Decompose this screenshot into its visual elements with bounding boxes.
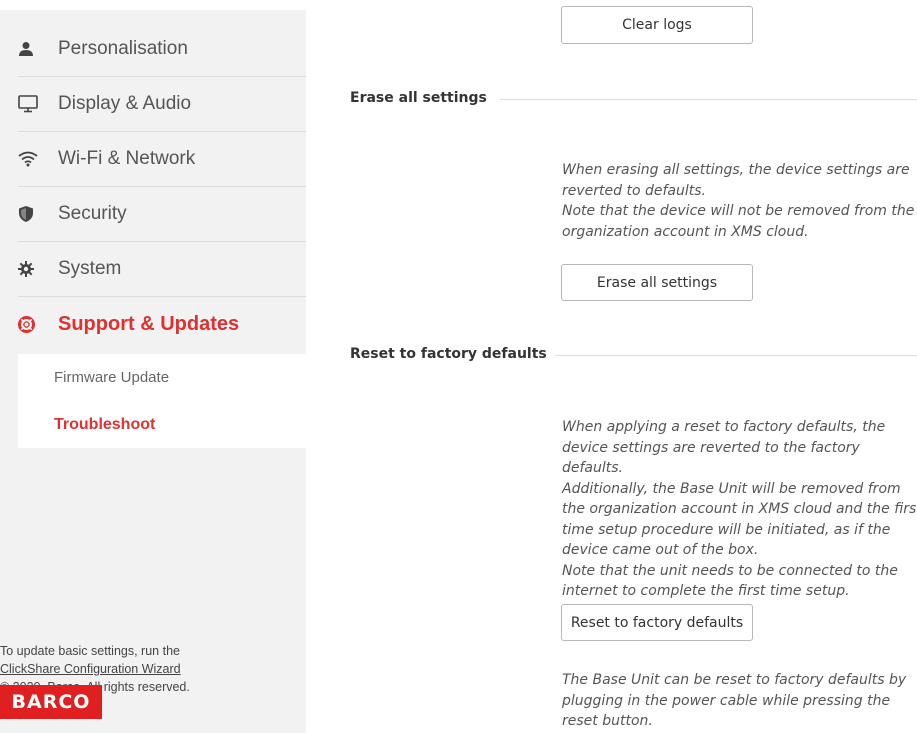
sidebar-item-label: System [58, 258, 122, 279]
reset-factory-defaults-button[interactable]: Reset to factory defaults [561, 604, 753, 641]
sidebar: Personalisation Display & Audio Wi-Fi & … [0, 10, 306, 733]
logo-text: BARCO [11, 691, 91, 713]
sidebar-item-security[interactable]: Security [18, 187, 306, 242]
sidebar-item-system[interactable]: System [18, 242, 306, 297]
reset-description: When applying a reset to factory default… [562, 419, 917, 599]
sidebar-item-label: Security [58, 203, 127, 224]
configuration-wizard-link[interactable]: ClickShare Configuration Wizard [0, 660, 190, 678]
sidebar-item-wifi-network[interactable]: Wi-Fi & Network [18, 132, 306, 187]
sidebar-item-personalisation[interactable]: Personalisation [18, 22, 306, 77]
clear-logs-button[interactable]: Clear logs [561, 6, 753, 44]
erase-all-settings-button[interactable]: Erase all settings [561, 264, 753, 301]
footer-text: To update basic settings, run the [0, 644, 180, 658]
reset-section-title: Reset to factory defaults [350, 346, 547, 362]
sidebar-subitem-firmware-update[interactable]: Firmware Update [54, 369, 169, 386]
sidebar-submenu: Firmware Update Troubleshoot [18, 354, 306, 448]
person-icon [18, 39, 42, 59]
erase-description: When erasing all settings, the device se… [562, 162, 915, 240]
gear-icon [18, 259, 42, 279]
sidebar-item-support-updates[interactable]: Support & Updates [18, 297, 306, 351]
sidebar-item-label: Personalisation [58, 38, 188, 59]
sidebar-subitem-troubleshoot[interactable]: Troubleshoot [54, 416, 155, 434]
wifi-icon [18, 149, 42, 169]
shield-icon [18, 204, 42, 224]
barco-logo: BARCO [0, 685, 102, 719]
sidebar-item-display-audio[interactable]: Display & Audio [18, 77, 306, 132]
sidebar-item-label: Wi-Fi & Network [58, 148, 196, 169]
reset-hardware-note: The Base Unit can be reset to factory de… [562, 672, 907, 729]
erase-section-title: Erase all settings [350, 90, 487, 106]
sidebar-item-label: Display & Audio [58, 93, 192, 114]
sidebar-item-label: Support & Updates [58, 312, 240, 335]
lifebuoy-icon [18, 314, 42, 334]
reset-section-divider [555, 355, 917, 356]
monitor-icon [18, 94, 42, 114]
erase-section-divider [500, 99, 917, 100]
